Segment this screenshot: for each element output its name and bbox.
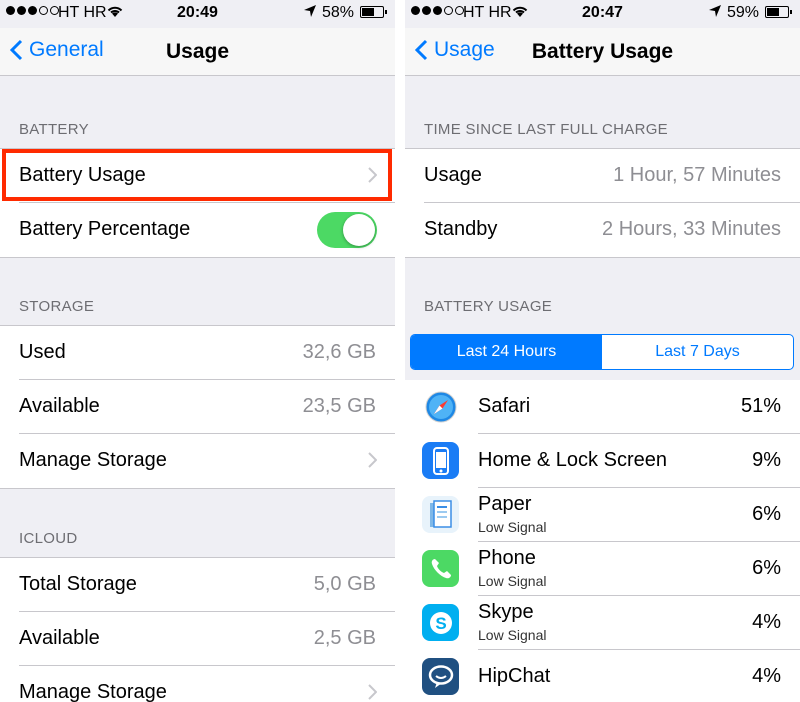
row-label: Total Storage — [19, 573, 137, 595]
location-arrow-icon — [708, 4, 722, 23]
battery-group: Battery Usage Battery Percentage — [0, 148, 395, 258]
app-subtitle: Low Signal — [478, 519, 547, 535]
app-percent: 51% — [740, 395, 781, 417]
list-item: S Skype Low Signal 4% — [405, 596, 800, 650]
section-header-last-charge: TIME SINCE LAST FULL CHARGE — [424, 121, 668, 138]
app-name: HipChat — [478, 665, 551, 687]
battery-percent: 59% — [727, 4, 760, 21]
skype-icon: S — [422, 604, 459, 641]
battery-percentage-toggle[interactable] — [317, 212, 377, 248]
safari-icon — [422, 388, 459, 425]
battery-icon — [360, 6, 387, 18]
row-label: Standby — [424, 218, 498, 240]
segment-last-24-hours[interactable]: Last 24 Hours — [411, 335, 602, 369]
last-charge-group: Usage 1 Hour, 57 Minutes Standby 2 Hours… — [405, 148, 800, 258]
page-title: Usage — [165, 40, 230, 63]
charge-usage-row: Usage 1 Hour, 57 Minutes — [424, 149, 800, 203]
row-label: Manage Storage — [19, 681, 167, 702]
list-item: Safari 51% — [405, 380, 800, 434]
svg-text:S: S — [435, 614, 446, 633]
list-item: HipChat 4% — [405, 650, 800, 702]
row-value: 23,5 GB — [302, 395, 376, 417]
status-bar: HT HR 20:47 59% — [405, 0, 800, 28]
page-title: Battery Usage — [531, 40, 674, 63]
storage-group: Used 32,6 GB Available 23,5 GB Manage St… — [0, 325, 395, 489]
list-item: Phone Low Signal 6% — [405, 542, 800, 596]
icloud-available-row: Available 2,5 GB — [19, 612, 395, 666]
usage-screen: HT HR 20:49 58% General Usage BATTERY Ba… — [0, 0, 395, 702]
status-bar: HT HR 20:49 58% — [0, 0, 395, 28]
app-name: Home & Lock Screen — [478, 449, 667, 471]
app-subtitle: Low Signal — [478, 627, 547, 643]
hipchat-icon — [422, 658, 459, 695]
app-name: Skype — [478, 601, 534, 623]
row-label: Battery Usage — [19, 164, 146, 186]
chevron-right-icon — [368, 166, 378, 189]
list-item: Paper Low Signal 6% — [405, 488, 800, 542]
segment-last-7-days[interactable]: Last 7 Days — [602, 335, 793, 369]
icloud-group: Total Storage 5,0 GB Available 2,5 GB Ma… — [0, 557, 395, 702]
storage-used-row: Used 32,6 GB — [19, 326, 395, 380]
row-value: 32,6 GB — [302, 341, 376, 363]
row-label: Manage Storage — [19, 449, 167, 471]
app-percent: 6% — [752, 557, 781, 579]
row-label: Available — [19, 627, 100, 649]
app-percent: 4% — [752, 611, 781, 633]
app-percent: 6% — [752, 503, 781, 525]
location-arrow-icon — [303, 4, 317, 23]
app-name: Safari — [478, 395, 531, 417]
manage-storage-row[interactable]: Manage Storage — [19, 434, 395, 488]
battery-percent: 58% — [322, 4, 355, 21]
list-item: Home & Lock Screen 9% — [405, 434, 800, 488]
section-header-storage: STORAGE — [19, 298, 95, 315]
paper-icon — [422, 496, 459, 533]
charge-standby-row: Standby 2 Hours, 33 Minutes — [424, 203, 800, 257]
screen-divider — [395, 0, 405, 702]
navigation-bar: Usage Battery Usage — [405, 28, 800, 76]
app-name: Phone — [478, 547, 536, 569]
storage-available-row: Available 23,5 GB — [19, 380, 395, 434]
row-value: 1 Hour, 57 Minutes — [613, 164, 781, 186]
row-value: 2 Hours, 33 Minutes — [602, 218, 781, 240]
battery-percentage-row: Battery Percentage — [19, 203, 395, 257]
chevron-right-icon — [368, 683, 378, 702]
section-header-battery: BATTERY — [19, 121, 89, 138]
row-label: Usage — [424, 164, 482, 186]
app-percent: 9% — [752, 449, 781, 471]
battery-usage-screen: HT HR 20:47 59% Usage Battery Usage TIME… — [405, 0, 800, 702]
chevron-right-icon — [368, 451, 378, 474]
phone-icon — [422, 550, 459, 587]
section-header-icloud: ICLOUD — [19, 530, 78, 547]
app-name: Paper — [478, 493, 532, 515]
battery-usage-row[interactable]: Battery Usage — [19, 149, 395, 203]
app-percent: 4% — [752, 665, 781, 687]
app-usage-list: Safari 51% Home & Lock Screen 9% Paper L… — [405, 380, 800, 702]
navigation-bar: General Usage — [0, 28, 395, 76]
battery-icon — [765, 6, 792, 18]
row-label: Battery Percentage — [19, 218, 191, 240]
row-value: 5,0 GB — [313, 573, 376, 595]
row-label: Used — [19, 341, 66, 363]
phone-screen-icon — [422, 442, 459, 479]
section-header-battery-usage: BATTERY USAGE — [424, 298, 553, 315]
time-range-segmented-control: Last 24 Hours Last 7 Days — [410, 334, 794, 370]
icloud-manage-storage-row[interactable]: Manage Storage — [19, 666, 395, 702]
app-subtitle: Low Signal — [478, 573, 547, 589]
row-value: 2,5 GB — [313, 627, 376, 649]
row-label: Available — [19, 395, 100, 417]
icloud-total-row: Total Storage 5,0 GB — [19, 558, 395, 612]
